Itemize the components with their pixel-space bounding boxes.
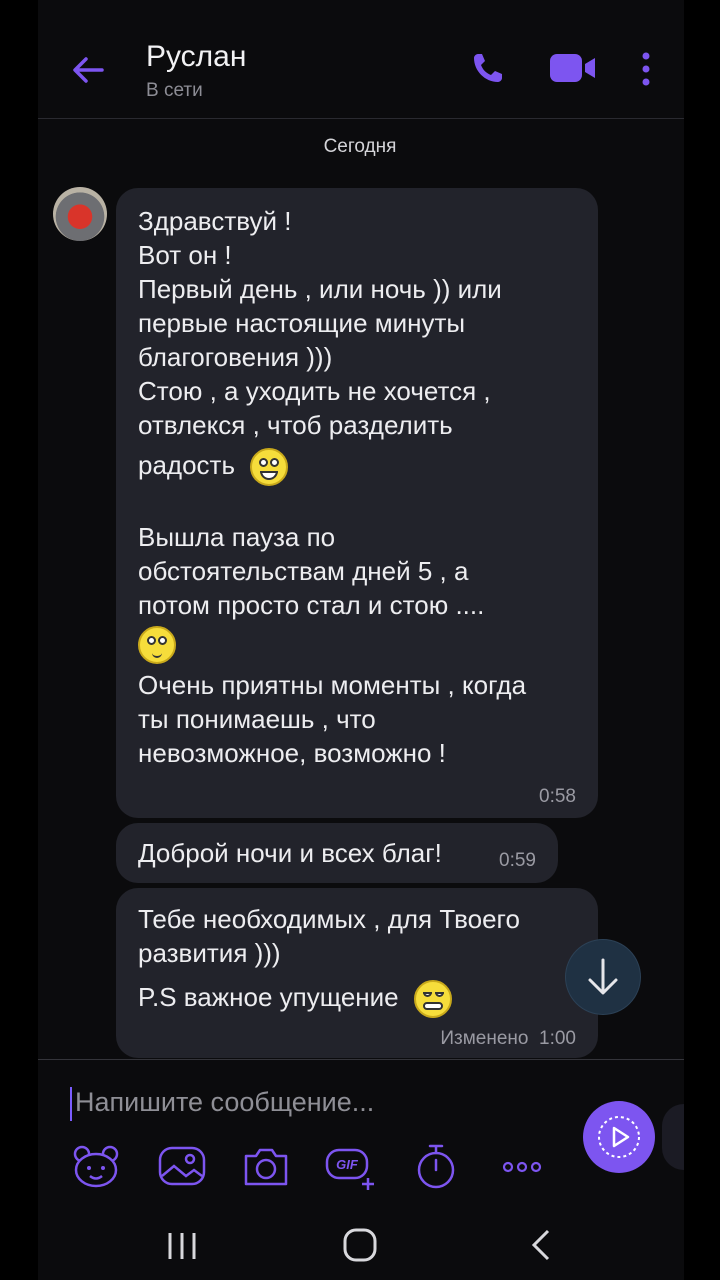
message-line: первые настоящие минуты (138, 308, 466, 338)
grin-emoji-icon (250, 448, 289, 487)
message-line: Очень приятны моменты , когда (138, 670, 527, 701)
message-line: развития ))) (138, 938, 281, 968)
home-icon[interactable] (340, 1227, 380, 1263)
contact-status: В сети (146, 80, 203, 101)
message-line: отвлекся , чтоб разделить (138, 410, 453, 440)
message-input-placeholder: Напишите сообщение... (75, 1087, 375, 1117)
system-navigation-bar (0, 1215, 720, 1280)
arrow-down-icon (588, 958, 618, 995)
message-line: Здравствуй ! (138, 206, 292, 236)
smile-emoji-icon (138, 626, 176, 665)
message-line: P.S важное упущение (138, 982, 399, 1012)
message-line: благоговения ))) (138, 342, 333, 372)
message-bubble[interactable]: Здравствуй ! Вот он ! Первый день , или … (116, 188, 598, 818)
side-panel-edge (662, 1104, 684, 1170)
date-separator: Сегодня (323, 136, 397, 157)
message-line: Вышла пауза по (138, 522, 336, 553)
svg-text:GIF: GIF (336, 1157, 359, 1172)
recent-apps-icon[interactable] (162, 1227, 202, 1263)
message-line: Стою , а уходить не хочется , (138, 376, 491, 406)
message-line: радость (138, 450, 236, 480)
composer-divider (38, 1059, 684, 1060)
edited-label: Изменено (440, 1028, 529, 1049)
scroll-to-bottom-button[interactable] (566, 940, 640, 1014)
gallery-icon[interactable] (156, 1140, 208, 1192)
sticker-bear-icon[interactable] (70, 1140, 122, 1192)
grimace-emoji-icon (413, 980, 452, 1019)
play-send-icon (598, 1116, 640, 1158)
back-nav-icon[interactable] (522, 1227, 562, 1263)
message-line: потом просто стал и стою .... (138, 590, 485, 621)
message-time: 1:00 (539, 1028, 576, 1049)
message-text: Доброй ночи и всех благ! (138, 838, 442, 868)
chat-header: Руслан В сети (38, 18, 684, 119)
message-line: Первый день , или ночь )) или (138, 274, 502, 304)
contact-avatar[interactable] (53, 187, 107, 241)
message-line: Вот он ! (138, 240, 232, 270)
gif-icon[interactable]: GIF (324, 1140, 376, 1192)
message-line: ты понимаешь , что (138, 704, 376, 735)
video-call-icon[interactable] (548, 50, 598, 86)
contact-name[interactable]: Руслан (146, 40, 246, 74)
message-time: 0:59 (499, 850, 536, 871)
message-bubble[interactable]: Тебе необходимых , для Твоего развития )… (116, 888, 598, 1058)
more-horizontal-icon[interactable] (496, 1140, 548, 1192)
send-button[interactable] (583, 1101, 655, 1173)
more-vertical-icon[interactable] (636, 50, 656, 90)
message-line: невозможное, возможно ! (138, 738, 446, 769)
message-bubble[interactable]: Доброй ночи и всех благ! 0:59 (116, 823, 558, 883)
message-input[interactable]: Напишите сообщение... (70, 1080, 550, 1124)
back-arrow-icon[interactable] (68, 50, 108, 90)
text-caret (70, 1086, 72, 1121)
message-line: Тебе необходимых , для Твоего (138, 904, 520, 934)
camera-icon[interactable] (240, 1140, 292, 1192)
phone-call-icon[interactable] (470, 50, 506, 86)
message-line: обстоятельствам дней 5 , а (138, 556, 469, 587)
message-time: 0:58 (539, 786, 576, 807)
timer-icon[interactable] (410, 1140, 462, 1192)
